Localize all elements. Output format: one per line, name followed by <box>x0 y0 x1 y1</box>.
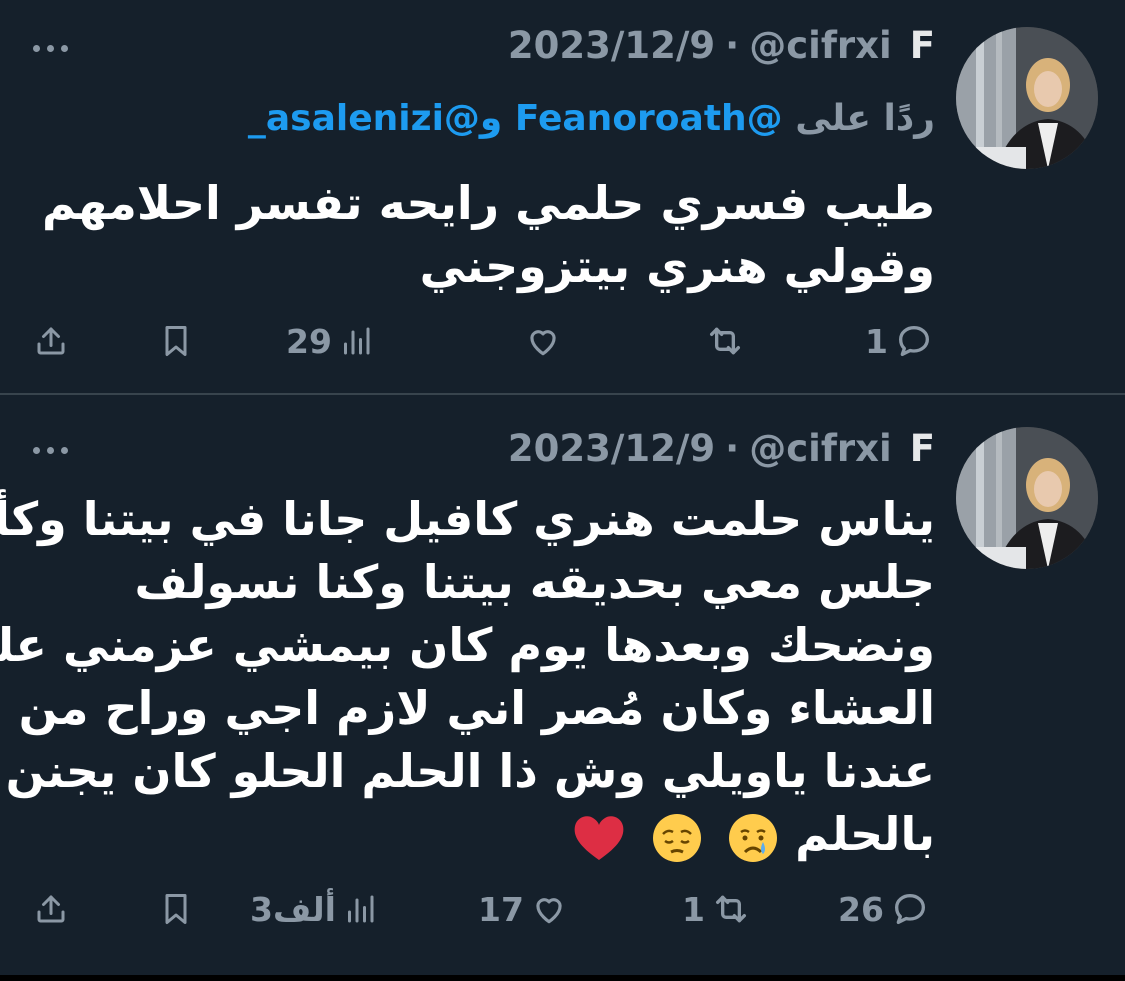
avatar[interactable] <box>956 427 1098 569</box>
retweet-icon <box>715 895 746 923</box>
replies-count: 1 <box>865 321 888 361</box>
tweet-text: طيب فسري حلمي رايحه تفسر احلامهم وقولي ه… <box>42 172 935 298</box>
separator-dot: · <box>725 24 740 67</box>
bookmark-icon <box>165 894 187 924</box>
share-icon <box>37 895 65 923</box>
tweet-text-line: عندنا ياويلي وش ذا الحلم الحلو كان يجنن <box>5 744 935 798</box>
tweet-text-line: يناس حلمت هنري كافيل جانا في بيتنا وكأنه <box>0 492 935 546</box>
share-icon <box>37 327 65 355</box>
retweet-button[interactable] <box>705 316 751 366</box>
avatar[interactable] <box>956 27 1098 169</box>
views-button[interactable]: 3ألف <box>250 884 378 934</box>
tweet-text-line-words: بالحلم <box>795 807 935 861</box>
tweet-text: يناس حلمت هنري كافيل جانا في بيتنا وكأنه… <box>0 488 935 866</box>
like-button[interactable] <box>524 316 568 366</box>
tweet-text-line: العشاء وكان مُصر اني لازم اجي وراح من <box>18 681 935 735</box>
share-button[interactable] <box>33 884 69 934</box>
bookmark-icon <box>165 326 187 356</box>
mention-link[interactable]: @asalenizi_ <box>248 98 480 139</box>
separator-dot: · <box>725 427 740 470</box>
views-button[interactable]: 29 <box>286 316 374 366</box>
retweet-button[interactable]: 1 <box>682 884 751 934</box>
reply-prefix: ردًا على <box>795 98 935 139</box>
action-bar: 3ألف 17 1 26 <box>0 884 1125 934</box>
reply-icon <box>898 326 929 356</box>
tweet-date[interactable]: 2023/12/9 <box>508 427 715 470</box>
more-icon[interactable] <box>33 38 83 58</box>
mention-conjunction: و <box>479 98 503 139</box>
likes-count: 17 <box>478 889 524 929</box>
crying-face-icon <box>729 813 778 862</box>
tweet-text-line: وقولي هنري بيتزوجني <box>419 239 935 293</box>
like-icon <box>530 330 556 356</box>
reply-context: ردًا على @Feanoroath و@asalenizi_ <box>248 98 935 139</box>
tweet[interactable]: 2023/12/9 · @cifrxi F يناس حلمت هنري كاف… <box>0 395 1125 976</box>
tweet-text-line: طيب فسري حلمي رايحه تفسر احلامهم <box>41 176 935 230</box>
bottom-edge <box>0 975 1125 981</box>
share-button[interactable] <box>33 316 69 366</box>
more-icon[interactable] <box>33 440 83 460</box>
retweets-count: 1 <box>682 889 705 929</box>
tweet-text-line: ونضحك وبعدها يوم كان بيمشي عزمني على <box>0 618 935 672</box>
views-icon <box>343 327 370 355</box>
views-count: 3ألف <box>250 889 336 929</box>
pensive-face-icon <box>653 813 702 862</box>
display-name[interactable]: F <box>910 427 935 470</box>
tweet[interactable]: 2023/12/9 · @cifrxi F ردًا على @Feanoroa… <box>0 0 1125 393</box>
views-count: 29 <box>286 321 332 361</box>
reply-button[interactable]: 1 <box>865 316 934 366</box>
action-bar: 29 1 <box>0 316 1125 366</box>
like-button[interactable]: 17 <box>478 884 568 934</box>
red-heart-icon <box>574 815 624 860</box>
mention-link[interactable]: @Feanoroath <box>515 98 783 139</box>
tweet-date[interactable]: 2023/12/9 <box>508 24 715 67</box>
bookmark-button[interactable] <box>158 884 194 934</box>
tweet-text-line: جلس معي بحديقه بيتنا وكنا نسولف <box>134 555 935 609</box>
tweet-header: 2023/12/9 · @cifrxi F <box>508 427 935 477</box>
reply-icon <box>894 894 925 924</box>
tweet-text-line: بالحلم <box>0 803 935 866</box>
retweet-icon <box>710 327 740 355</box>
like-icon <box>536 898 562 924</box>
display-name[interactable]: F <box>910 24 935 67</box>
bookmark-button[interactable] <box>158 316 194 366</box>
tweet-header: 2023/12/9 · @cifrxi F <box>508 24 935 74</box>
replies-count: 26 <box>838 889 884 929</box>
user-handle[interactable]: @cifrxi <box>749 24 892 67</box>
user-handle[interactable]: @cifrxi <box>749 427 892 470</box>
views-icon <box>347 895 374 923</box>
reply-button[interactable]: 26 <box>838 884 930 934</box>
